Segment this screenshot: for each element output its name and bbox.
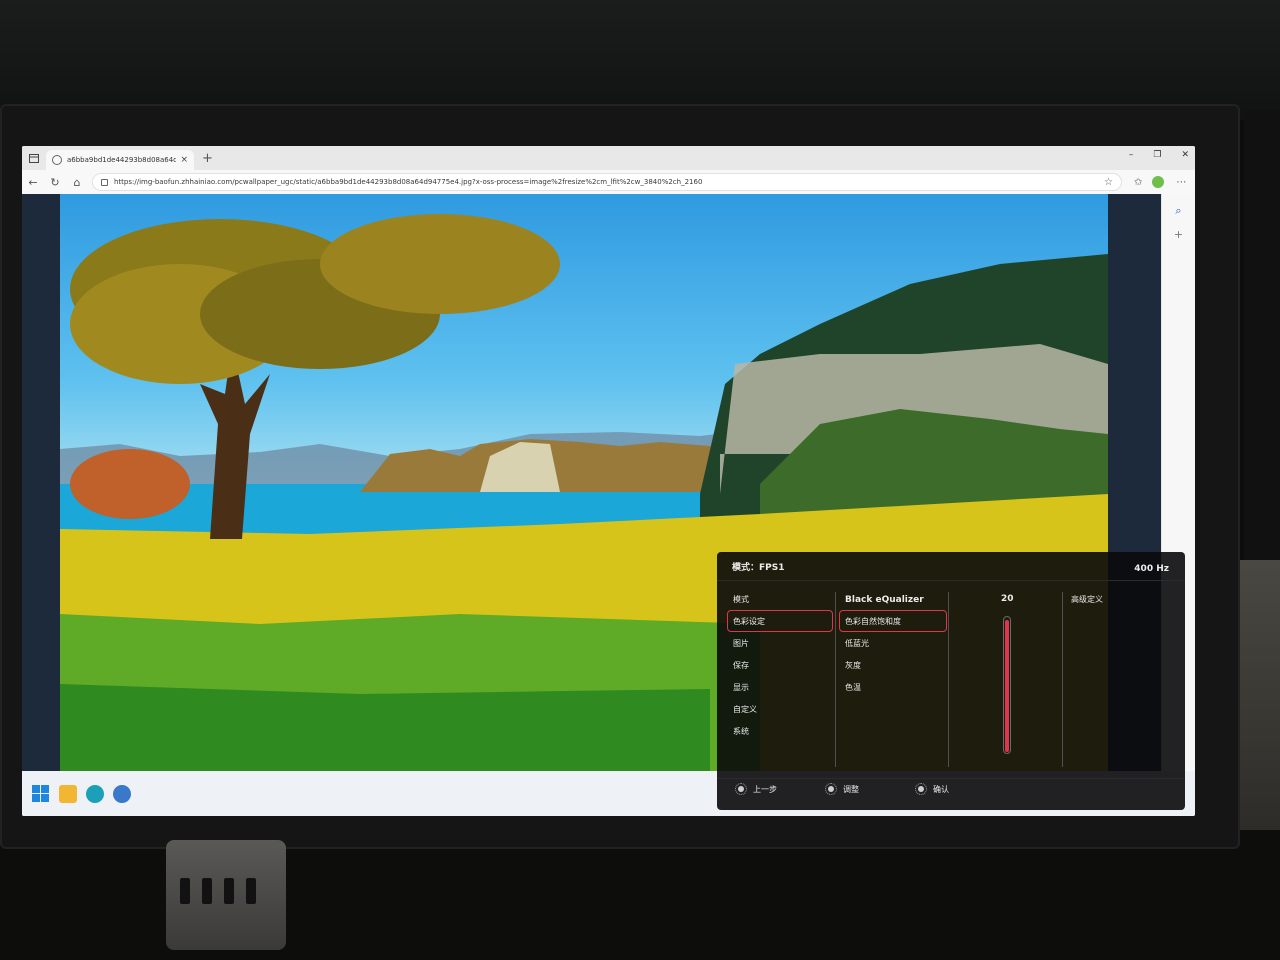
favorites-icon[interactable]: ✩ <box>1134 177 1142 188</box>
add-icon[interactable]: + <box>1162 228 1195 241</box>
profile-avatar[interactable] <box>1152 176 1165 188</box>
refresh-button[interactable]: ↻ <box>44 176 66 189</box>
osd-mode-label: 模式：FPS1 <box>732 563 785 573</box>
osd-submenu-item-selected[interactable]: 色彩自然饱和度 <box>839 610 947 632</box>
joystick-press-icon <box>915 783 927 795</box>
more-icon[interactable]: ⋯ <box>1176 177 1186 188</box>
osd-menu-item[interactable]: 显示 <box>727 676 833 698</box>
joystick-left-icon <box>735 783 747 795</box>
osd-submenu-item[interactable]: 色温 <box>839 676 947 698</box>
address-bar[interactable]: https://img-baofun.zhhainiao.com/pcwallp… <box>92 173 1122 191</box>
osd-advanced-column: 高级定义 <box>1065 588 1165 610</box>
back-button[interactable]: ← <box>22 176 44 189</box>
osd-divider <box>1062 592 1063 767</box>
osd-divider <box>948 592 949 767</box>
osd-menu-item-selected[interactable]: 色彩设定 <box>727 610 833 632</box>
osd-submenu-item[interactable]: 灰度 <box>839 654 947 676</box>
home-button[interactable]: ⌂ <box>66 176 88 189</box>
footer-adjust-hint: 调整 <box>825 783 859 795</box>
footer-confirm-hint: 确认 <box>915 783 949 795</box>
usb-port <box>246 878 256 904</box>
window-controls: – ❐ ✕ <box>1129 150 1189 160</box>
osd-submenu-item[interactable]: 低蓝光 <box>839 632 947 654</box>
osd-main-menu: 模式 色彩设定 图片 保存 显示 自定义 系统 <box>727 588 833 742</box>
edge-icon[interactable] <box>86 784 104 803</box>
osd-slider-column: 20 <box>953 588 1059 768</box>
slider-value: 20 <box>1001 594 1014 604</box>
osd-menu-item[interactable]: 保存 <box>727 654 833 676</box>
close-window-button[interactable]: ✕ <box>1181 150 1189 160</box>
osd-header: 模式：FPS1 400 Hz <box>717 552 1185 581</box>
usb-port <box>180 878 190 904</box>
windows-start-icon[interactable] <box>32 784 50 803</box>
usb-hub <box>166 840 286 950</box>
browser-tab[interactable]: a6bba9bd1de44293b8d08a64d94 × <box>46 150 194 170</box>
lock-icon[interactable] <box>101 178 108 186</box>
osd-footer: 上一步 调整 确认 <box>717 778 1185 811</box>
osd-divider <box>835 592 836 767</box>
url-text[interactable]: https://img-baofun.zhhainiao.com/pcwallp… <box>114 178 1098 186</box>
close-tab-button[interactable]: × <box>180 155 188 165</box>
joystick-updown-icon <box>825 783 837 795</box>
slider-fill <box>1005 619 1009 752</box>
tab-title: a6bba9bd1de44293b8d08a64d94 <box>67 156 177 164</box>
usb-port <box>202 878 212 904</box>
search-icon[interactable]: ⌕ <box>1162 204 1195 218</box>
osd-submenu: Black eQualizer 色彩自然饱和度 低蓝光 灰度 色温 <box>839 588 947 698</box>
room-wall <box>0 0 1280 120</box>
osd-menu-item[interactable]: 图片 <box>727 632 833 654</box>
background-shelf <box>1244 110 1280 560</box>
footer-back-hint: 上一步 <box>735 783 777 795</box>
minimize-button[interactable]: – <box>1129 150 1134 160</box>
usb-port <box>224 878 234 904</box>
settings-icon[interactable] <box>113 784 131 803</box>
browser-toolbar: ← ↻ ⌂ https://img-baofun.zhhainiao.com/p… <box>22 170 1195 195</box>
osd-slider[interactable] <box>1003 616 1011 754</box>
new-tab-button[interactable]: + <box>202 151 213 166</box>
monitor-osd-menu: 模式：FPS1 400 Hz 模式 色彩设定 图片 保存 显示 自定义 系统 B… <box>717 552 1185 810</box>
osd-menu-item[interactable]: 模式 <box>727 588 833 610</box>
menu-icon[interactable] <box>22 146 46 170</box>
footer-adjust-label: 调整 <box>843 784 859 794</box>
file-explorer-icon[interactable] <box>59 784 77 803</box>
osd-submenu-heading[interactable]: Black eQualizer <box>839 588 947 610</box>
footer-confirm-label: 确认 <box>933 784 949 794</box>
osd-menu-item[interactable]: 系统 <box>727 720 833 742</box>
footer-back-label: 上一步 <box>753 784 777 794</box>
tab-bar: a6bba9bd1de44293b8d08a64d94 × + – ❐ ✕ <box>22 146 1195 170</box>
globe-icon <box>52 155 62 165</box>
star-icon[interactable]: ☆ <box>1104 177 1113 188</box>
osd-menu-item[interactable]: 自定义 <box>727 698 833 720</box>
osd-advanced-item[interactable]: 高级定义 <box>1065 588 1165 610</box>
osd-refresh-rate: 400 Hz <box>1134 564 1169 574</box>
restore-button[interactable]: ❐ <box>1153 150 1161 160</box>
